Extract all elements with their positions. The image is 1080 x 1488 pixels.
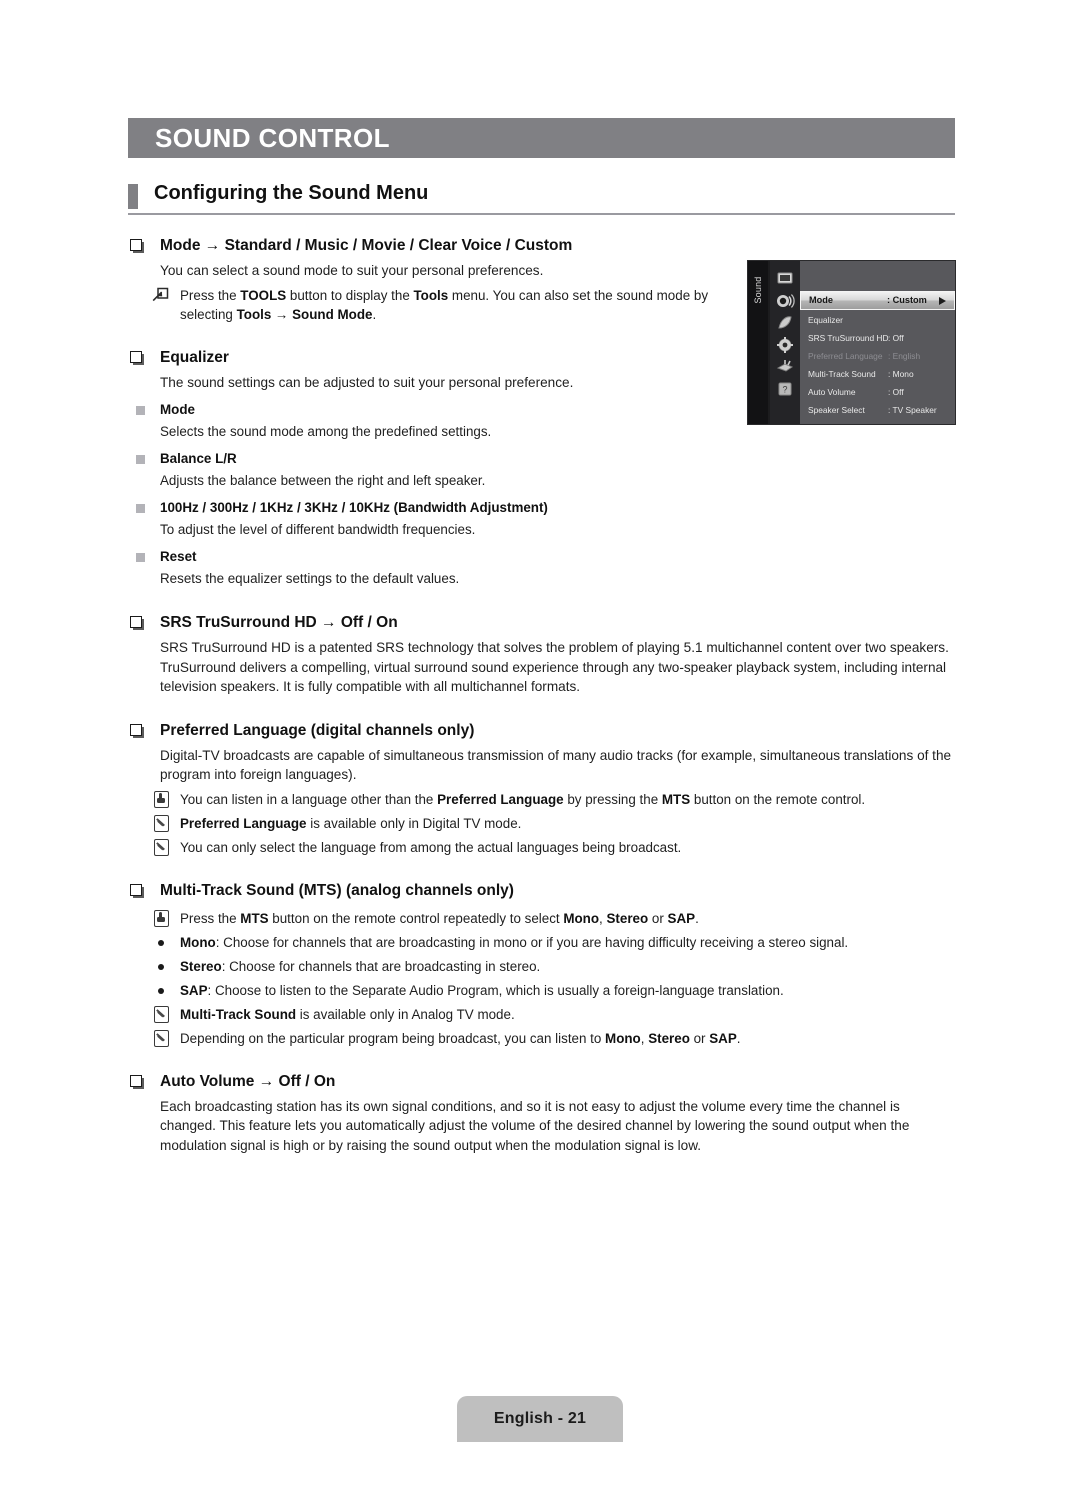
footer-page-label: English - 21: [493, 1410, 587, 1427]
topic-srs-trusurround-hd: SRS TruSurround HD → Off / On: [128, 613, 955, 633]
footer-page-tab: English - 21: [457, 1396, 623, 1442]
topic-title: SRS TruSurround HD → Off / On: [160, 614, 398, 631]
dot-bullet-icon: [158, 939, 164, 946]
section-tick-marker: [128, 184, 138, 209]
topic-srs-description: SRS TruSurround HD is a patented SRS tec…: [160, 640, 949, 694]
topic-title: Auto Volume → Off / On: [160, 1072, 336, 1090]
topic-title: Equalizer: [160, 348, 229, 366]
box-bullet-icon: [130, 239, 144, 253]
section-title: Configuring the Sound Menu: [154, 182, 429, 204]
dot-bullet-icon: [158, 963, 164, 970]
topic-multi-track-sound: Multi-Track Sound (MTS) (analog channels…: [128, 881, 955, 901]
dot-text: Mono: Choose for channels that are broad…: [180, 934, 849, 950]
topic-title: Preferred Language (digital channels onl…: [160, 721, 475, 739]
preferred-language-note-3: You can only select the language from am…: [128, 838, 955, 857]
note-text: Preferred Language is available only in …: [180, 815, 522, 831]
mts-option-sap: SAP: Choose to listen to the Separate Au…: [128, 981, 955, 1000]
topic-equalizer: Equalizer: [128, 348, 955, 368]
manual-page: SOUND CONTROL Configuring the Sound Menu…: [0, 0, 1080, 1488]
note-text: You can only select the language from am…: [180, 839, 682, 855]
topic-mode: Mode → Standard / Music / Movie / Clear …: [128, 236, 955, 256]
hand-press-icon: [154, 909, 170, 927]
tools-shortcut-icon: [152, 287, 170, 303]
dot-text: SAP: Choose to listen to the Separate Au…: [180, 982, 784, 998]
chapter-title: SOUND CONTROL: [155, 123, 390, 153]
square-bullet-icon: [136, 553, 145, 562]
note-text: Multi-Track Sound is available only in A…: [180, 1006, 515, 1022]
topic-mode-tools-note: Press the TOOLS button to display the To…: [128, 286, 760, 324]
chapter-banner: SOUND CONTROL: [128, 118, 955, 158]
subitem-title: Mode: [160, 402, 195, 417]
note-pencil-icon: [154, 1029, 170, 1047]
topic-preferred-language-description: Digital-TV broadcasts are capable of sim…: [160, 747, 952, 783]
preferred-language-note-2: Preferred Language is available only in …: [128, 814, 955, 833]
hand-press-icon: [154, 790, 170, 808]
square-bullet-icon: [136, 455, 145, 464]
mts-note-analog-only: Multi-Track Sound is available only in A…: [128, 1005, 955, 1024]
topic-auto-volume-description: Each broadcasting station has its own si…: [160, 1098, 910, 1153]
dot-text: Stereo: Choose for channels that are bro…: [180, 958, 541, 974]
topic-title: Mode → Standard / Music / Movie / Clear …: [160, 237, 573, 254]
box-bullet-icon: [130, 350, 144, 365]
subitem-title: 100Hz / 300Hz / 1KHz / 3KHz / 10KHz (Ban…: [160, 500, 548, 515]
subitem-description: Adjusts the balance between the right an…: [160, 473, 486, 488]
square-bullet-icon: [136, 504, 145, 513]
mts-note-depending: Depending on the particular program bein…: [128, 1029, 955, 1048]
preferred-language-note-1: You can listen in a language other than …: [128, 790, 955, 809]
mts-option-stereo: Stereo: Choose for channels that are bro…: [128, 957, 955, 976]
box-bullet-icon: [130, 723, 144, 738]
box-bullet-icon: [130, 1074, 144, 1089]
box-bullet-icon: [130, 883, 144, 898]
topic-title: Multi-Track Sound (MTS) (analog channels…: [160, 881, 514, 899]
mts-note-press: Press the MTS button on the remote contr…: [128, 909, 955, 928]
box-bullet-icon: [130, 616, 144, 630]
note-pencil-icon: [154, 814, 170, 832]
note-text: You can listen in a language other than …: [180, 791, 866, 807]
subitem-description: To adjust the level of different bandwid…: [160, 522, 476, 537]
mts-option-mono: Mono: Choose for channels that are broad…: [128, 933, 955, 952]
equalizer-subitem-mode: Mode: [128, 401, 955, 419]
square-bullet-icon: [136, 406, 145, 415]
equalizer-subitem-balance: Balance L/R: [128, 450, 955, 468]
subitem-description: Selects the sound mode among the predefi…: [160, 424, 492, 439]
page-body: Mode → Standard / Music / Movie / Clear …: [128, 236, 955, 1155]
note-text: Depending on the particular program bein…: [180, 1030, 741, 1046]
note-pencil-icon: [154, 1005, 170, 1023]
topic-mode-tools-note-text: Press the TOOLS button to display the To…: [180, 287, 709, 322]
topic-preferred-language: Preferred Language (digital channels onl…: [128, 721, 955, 741]
subitem-title: Reset: [160, 549, 197, 564]
dot-bullet-icon: [158, 987, 164, 994]
note-pencil-icon: [154, 838, 170, 856]
topic-auto-volume: Auto Volume → Off / On: [128, 1072, 955, 1092]
subitem-title: Balance L/R: [160, 451, 237, 466]
section-heading: Configuring the Sound Menu: [128, 182, 955, 215]
topic-mode-description: You can select a sound mode to suit your…: [160, 263, 544, 278]
equalizer-subitem-reset: Reset: [128, 548, 955, 566]
equalizer-subitem-bandwidth: 100Hz / 300Hz / 1KHz / 3KHz / 10KHz (Ban…: [128, 499, 955, 517]
topic-equalizer-description: The sound settings can be adjusted to su…: [160, 374, 574, 390]
subitem-description: Resets the equalizer settings to the def…: [160, 571, 460, 586]
note-text: Press the MTS button on the remote contr…: [180, 910, 699, 926]
section-divider: [128, 213, 955, 215]
